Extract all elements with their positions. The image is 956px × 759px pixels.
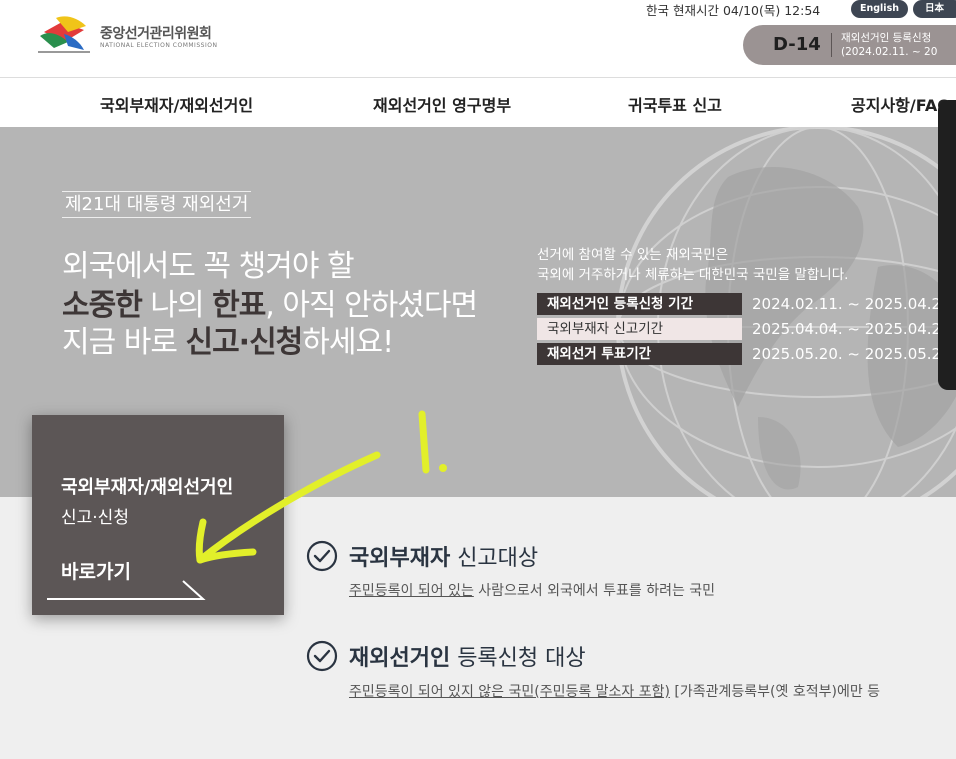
annotation-arrow-icon [195,410,447,564]
